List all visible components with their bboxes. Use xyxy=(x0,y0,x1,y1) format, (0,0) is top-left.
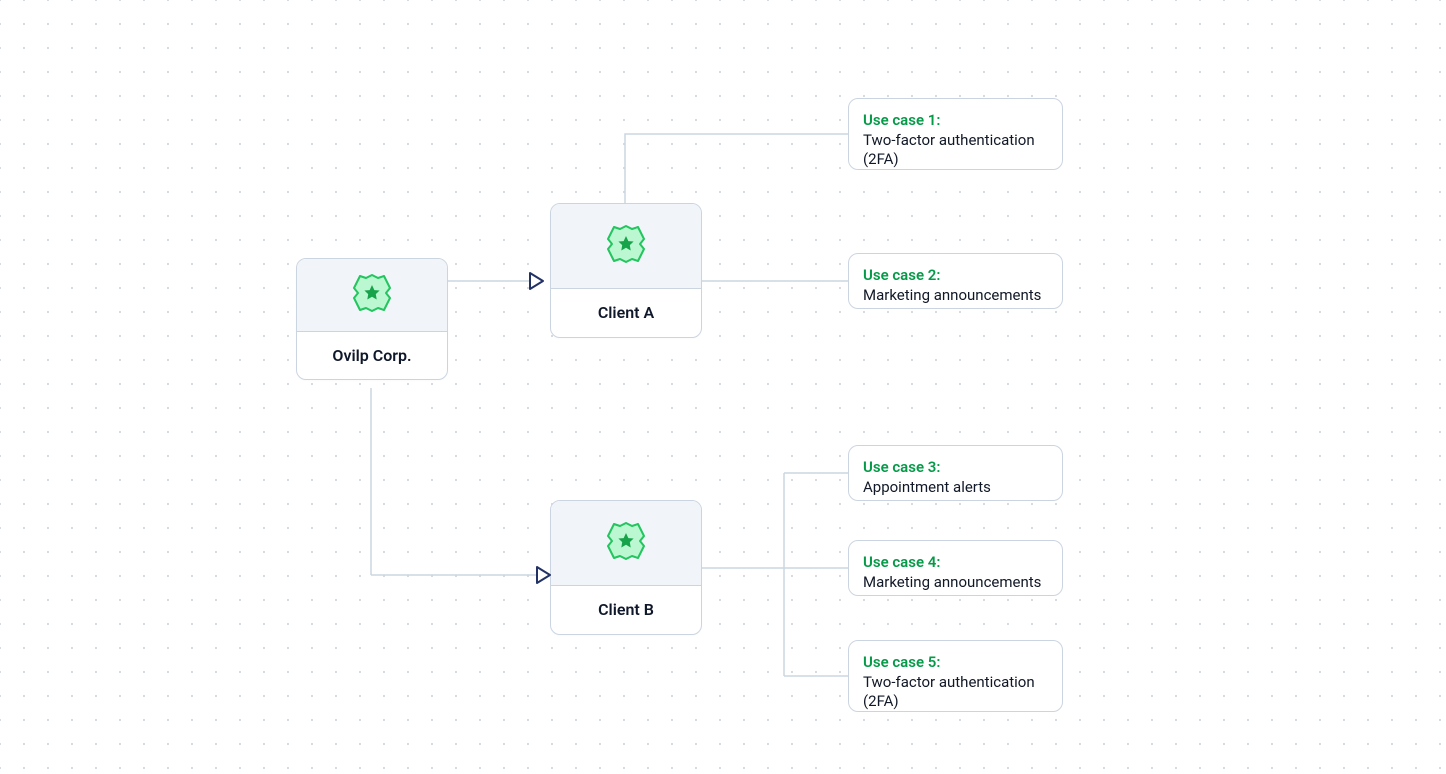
node-client-a[interactable]: Client A xyxy=(550,203,702,338)
usecase-2-desc: Marketing announcements xyxy=(863,286,1048,305)
node-client-a-label: Client A xyxy=(551,289,701,336)
verified-badge-icon xyxy=(605,520,647,566)
node-root[interactable]: Ovilp Corp. xyxy=(296,258,448,380)
connector-lines xyxy=(0,0,1446,774)
node-client-b-label: Client B xyxy=(551,586,701,633)
usecase-2-title: Use case 2: xyxy=(863,266,1048,284)
verified-badge-icon xyxy=(351,272,393,318)
node-client-b[interactable]: Client B xyxy=(550,500,702,635)
usecase-5-title: Use case 5: xyxy=(863,653,1048,671)
usecase-3-desc: Appointment alerts xyxy=(863,478,1048,497)
usecase-1-desc: Two-factor authentication (2FA) xyxy=(863,131,1048,169)
node-root-label: Ovilp Corp. xyxy=(297,332,447,379)
usecase-4-title: Use case 4: xyxy=(863,553,1048,571)
usecase-3-title: Use case 3: xyxy=(863,458,1048,476)
usecase-card-4[interactable]: Use case 4: Marketing announcements xyxy=(848,540,1063,596)
arrow-icon xyxy=(537,567,553,583)
usecase-5-desc: Two-factor authentication (2FA) xyxy=(863,673,1048,711)
usecase-card-3[interactable]: Use case 3: Appointment alerts xyxy=(848,445,1063,501)
diagram-canvas: Ovilp Corp. Client A xyxy=(0,0,1446,774)
arrow-icon xyxy=(530,273,546,289)
usecase-card-5[interactable]: Use case 5: Two-factor authentication (2… xyxy=(848,640,1063,712)
usecase-4-desc: Marketing announcements xyxy=(863,573,1048,592)
node-client-a-icon-area xyxy=(551,204,701,289)
usecase-1-title: Use case 1: xyxy=(863,111,1048,129)
node-root-icon-area xyxy=(297,259,447,332)
node-client-b-icon-area xyxy=(551,501,701,586)
usecase-card-2[interactable]: Use case 2: Marketing announcements xyxy=(848,253,1063,309)
verified-badge-icon xyxy=(605,223,647,269)
usecase-card-1[interactable]: Use case 1: Two-factor authentication (2… xyxy=(848,98,1063,170)
